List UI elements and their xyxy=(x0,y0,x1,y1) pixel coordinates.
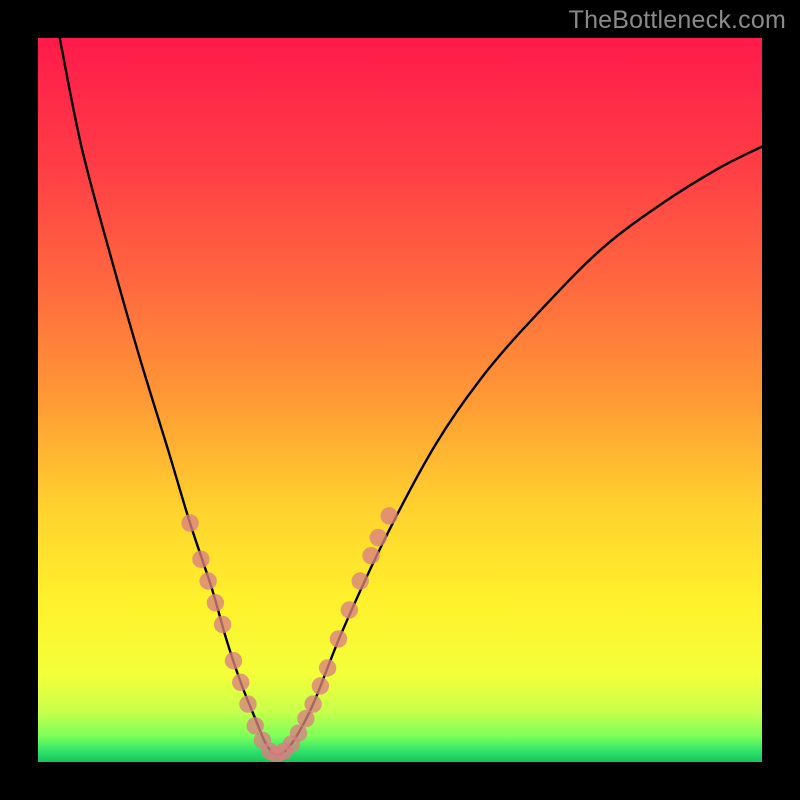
marker-dot xyxy=(341,601,358,618)
marker-dot xyxy=(362,547,379,564)
bottleneck-curve xyxy=(60,38,762,755)
watermark-text: TheBottleneck.com xyxy=(569,6,786,35)
marker-dot xyxy=(214,616,231,633)
marker-dot xyxy=(225,652,242,669)
marker-dot xyxy=(351,572,368,589)
marker-dot xyxy=(370,529,387,546)
marker-dot xyxy=(304,695,321,712)
outer-frame: TheBottleneck.com xyxy=(0,0,800,800)
marker-dot xyxy=(312,677,329,694)
marker-dot xyxy=(330,630,347,647)
marker-dot xyxy=(239,695,256,712)
marker-dot xyxy=(181,514,198,531)
marker-dot xyxy=(207,594,224,611)
plot-area xyxy=(38,38,762,762)
marker-dot xyxy=(232,674,249,691)
marker-dot xyxy=(192,551,209,568)
marker-dot xyxy=(199,572,216,589)
chart-svg xyxy=(38,38,762,762)
highlighted-points xyxy=(181,507,397,762)
marker-dot xyxy=(380,507,397,524)
marker-dot xyxy=(319,659,336,676)
